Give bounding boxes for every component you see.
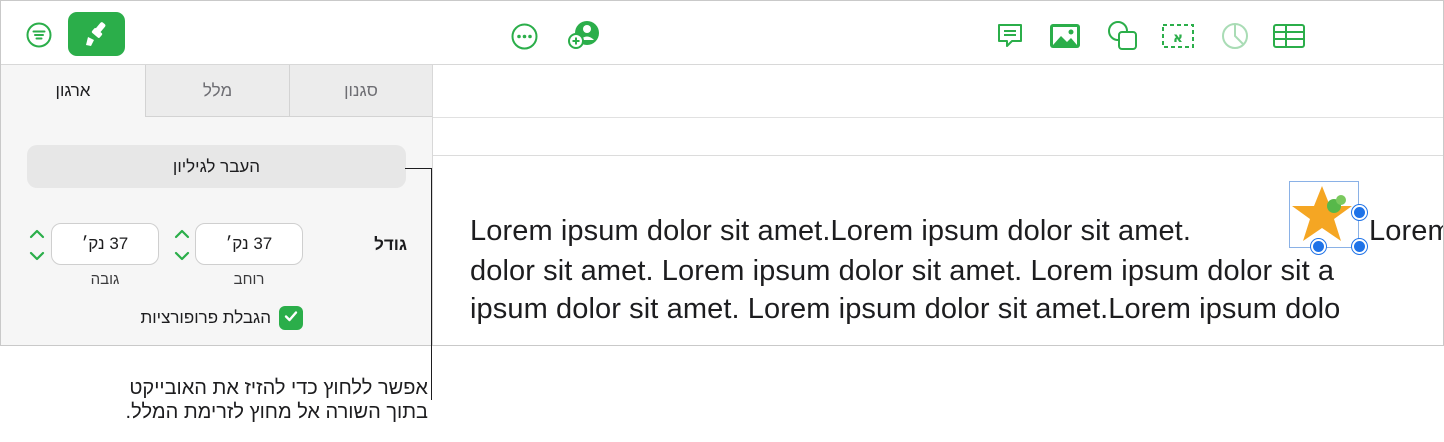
format-button[interactable]: [68, 12, 125, 56]
width-stepper[interactable]: [171, 227, 193, 263]
text-box-icon[interactable]: א: [1160, 22, 1196, 50]
callout-line: בתוך השורה אל מחוץ לזרימת המלל.: [125, 401, 428, 423]
menu-circle-icon[interactable]: [25, 21, 53, 49]
shape-icon[interactable]: [1107, 20, 1139, 52]
resize-handle[interactable]: [1311, 239, 1326, 254]
callout-line: אפשר ללחוץ כדי להזיז את האובייקט: [129, 377, 428, 399]
app-window: א סגנון מלל ארגון העבר לגיליון גודל 37 נ…: [0, 0, 1444, 346]
paintbrush-icon: [82, 19, 112, 49]
checkmark-icon: [283, 308, 299, 329]
page-edge: [433, 155, 1443, 156]
add-collaborator-icon[interactable]: [565, 19, 603, 51]
height-field[interactable]: 37 נק׳: [51, 223, 159, 265]
chart-icon[interactable]: [1220, 21, 1250, 51]
image-icon[interactable]: [1049, 23, 1081, 49]
comment-icon[interactable]: [995, 21, 1025, 51]
tab-arrange[interactable]: ארגון: [1, 65, 145, 117]
text-line[interactable]: ipsum dolor sit amet. Lorem ipsum dolor …: [470, 293, 1340, 326]
size-label: גודל: [374, 235, 407, 254]
text-line[interactable]: Lorem ipsum dolor sit amet.Lorem ipsum d…: [470, 215, 1191, 248]
tab-text[interactable]: מלל: [145, 65, 289, 117]
selected-inline-object[interactable]: [1289, 181, 1367, 254]
callout-leader-line: [431, 168, 432, 400]
resize-handle[interactable]: [1352, 239, 1367, 254]
width-caption: רוחב: [233, 271, 265, 288]
callout-leader-line: [405, 168, 432, 169]
sidebar-tabs: סגנון מלל ארגון: [1, 65, 432, 117]
table-icon[interactable]: [1272, 22, 1306, 50]
document-header-strip: [433, 65, 1443, 118]
format-sidebar: סגנון מלל ארגון העבר לגיליון גודל 37 נק׳…: [1, 65, 433, 345]
svg-text:א: א: [1173, 30, 1183, 46]
text-line[interactable]: dolor sit amet. Lorem ipsum dolor sit am…: [470, 255, 1334, 288]
text-line-tail[interactable]: Lorem: [1369, 215, 1443, 248]
document-canvas[interactable]: Lorem ipsum dolor sit amet.Lorem ipsum d…: [433, 65, 1443, 345]
width-field[interactable]: 37 נק׳: [195, 223, 303, 265]
callout-text: אפשר ללחוץ כדי להזיז את האובייקט בתוך הש…: [30, 376, 428, 424]
tab-style[interactable]: סגנון: [289, 65, 432, 117]
constrain-proportions-checkbox[interactable]: [279, 306, 303, 330]
toolbar: א: [1, 1, 1443, 65]
more-icon[interactable]: [510, 22, 538, 50]
constrain-proportions-label: הגבלת פרופורציות: [140, 308, 272, 327]
height-stepper[interactable]: [26, 227, 48, 263]
height-caption: גובה: [90, 271, 120, 288]
resize-handle[interactable]: [1352, 205, 1367, 220]
move-to-sheet-button[interactable]: העבר לגיליון: [27, 145, 406, 188]
